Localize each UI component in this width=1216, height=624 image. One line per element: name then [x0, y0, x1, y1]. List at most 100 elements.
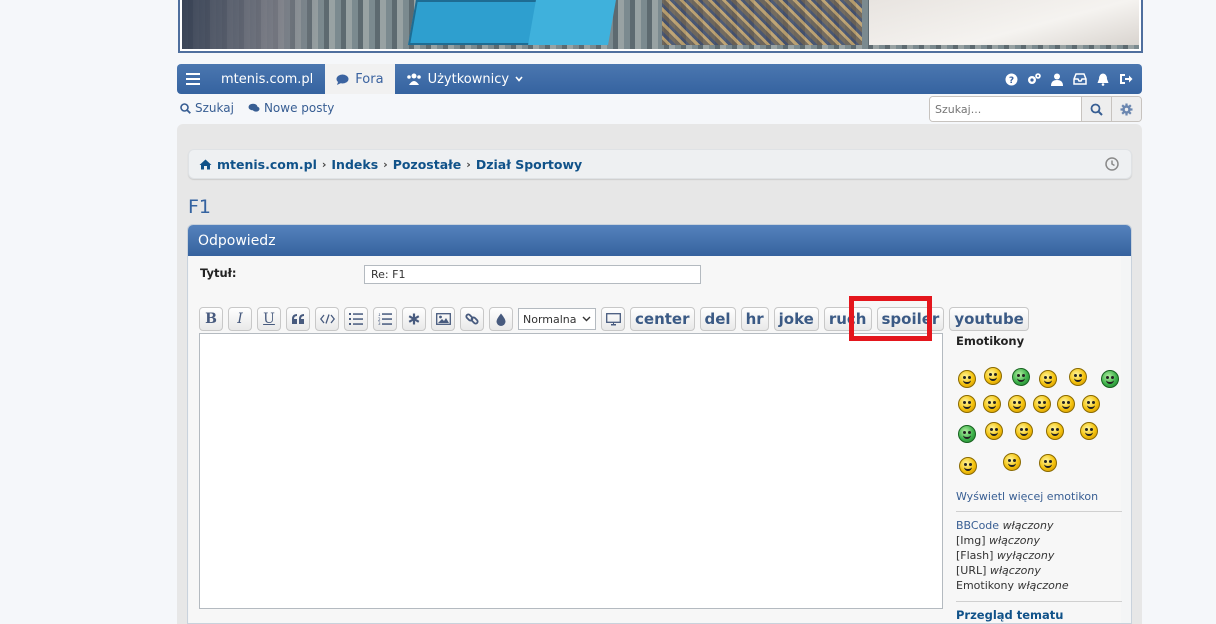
link-button[interactable] — [460, 307, 484, 331]
nav-users-label: Użytkownicy — [427, 71, 510, 87]
nav-users-dropdown[interactable]: Użytkownicy — [395, 64, 534, 94]
sleepy-emoticon-icon[interactable] — [985, 422, 1003, 440]
youtube-button[interactable]: youtube — [949, 307, 1029, 331]
user-icon[interactable] — [1047, 69, 1067, 89]
bored-emoticon-icon[interactable] — [1003, 453, 1021, 471]
color-button[interactable] — [489, 307, 513, 331]
nav-forums-tab[interactable]: Fora — [325, 64, 395, 94]
url-state: włączony — [989, 564, 1041, 577]
quote-button[interactable] — [286, 307, 310, 331]
search-link[interactable]: Szukaj — [180, 101, 234, 115]
teeth-emoticon-icon[interactable] — [958, 425, 976, 443]
del-button[interactable]: del — [699, 307, 736, 331]
help-icon[interactable]: ? — [1001, 69, 1021, 89]
spoiler-button[interactable]: spoiler — [876, 307, 945, 331]
ordered-list-icon: 123 — [378, 313, 392, 325]
notifications-bell-icon[interactable] — [1093, 69, 1113, 89]
message-editor[interactable] — [199, 333, 943, 609]
bold-button[interactable]: B — [199, 307, 223, 331]
ordered-list-button[interactable]: 123 — [373, 307, 397, 331]
site-banner — [178, 0, 1143, 53]
header-search-input[interactable] — [930, 97, 1081, 121]
code-button[interactable] — [315, 307, 339, 331]
grin-emoticon-icon[interactable] — [1039, 370, 1057, 388]
subject-input[interactable] — [364, 265, 701, 284]
image-button[interactable] — [431, 307, 455, 331]
underline-button[interactable]: U — [257, 307, 281, 331]
menu-toggle[interactable] — [177, 64, 209, 94]
bbcode-toolbar: B I U 123 Normalna center del hr joke ru… — [199, 307, 1029, 331]
message-textarea[interactable] — [200, 334, 942, 608]
search-icon — [1090, 103, 1103, 116]
confused-emoticon-icon[interactable] — [1033, 395, 1051, 413]
url-status: [URL] włączony — [956, 563, 1122, 578]
list-button[interactable] — [344, 307, 368, 331]
droplet-icon — [496, 313, 506, 326]
angry-emoticon-icon[interactable] — [1015, 422, 1033, 440]
cool-emoticon-icon[interactable] — [1057, 395, 1075, 413]
facepalm-emoticon-icon[interactable] — [959, 457, 977, 475]
comments-icon — [248, 103, 260, 112]
list-item-button[interactable] — [402, 307, 426, 331]
wink-emoticon-icon[interactable] — [984, 367, 1002, 385]
reply-panel: Odpowiedz Tytuł: B I U 123 — [187, 224, 1132, 624]
hug-emoticon-icon[interactable] — [1080, 422, 1098, 440]
monitor-button[interactable] — [601, 307, 625, 331]
sad-emoticon-icon[interactable] — [1008, 395, 1026, 413]
main-navbar: mtenis.com.pl Fora Użytkownicy ? — [177, 64, 1142, 94]
laugh-emoticon-icon[interactable] — [1069, 368, 1087, 386]
breadcrumb-index[interactable]: Indeks — [331, 157, 378, 172]
header-search-button[interactable] — [1081, 97, 1111, 121]
breadcrumb-separator-icon: › — [466, 157, 471, 171]
underline-button-label: U — [263, 311, 275, 327]
quick-links: Szukaj Nowe posty — [180, 101, 334, 115]
bbcode-state: włączony — [1002, 519, 1054, 532]
emoticons-heading: Emotikony — [956, 334, 1025, 348]
quote-icon — [291, 314, 304, 324]
font-size-select[interactable]: Normalna — [518, 308, 596, 330]
bbcode-link[interactable]: BBCode — [956, 519, 999, 532]
smile-emoticon-icon[interactable] — [958, 370, 976, 388]
dizzy-emoticon-icon[interactable] — [1039, 454, 1057, 472]
chevron-down-icon — [582, 316, 591, 322]
new-posts-label: Nowe posty — [263, 101, 335, 115]
editor-sidebar: Emotikony Wyświetl więcej emotikon BBCod… — [956, 334, 1122, 622]
svg-text:?: ? — [1008, 76, 1013, 86]
breadcrumb-sports[interactable]: Dział Sportowy — [476, 157, 582, 172]
chevron-down-icon — [515, 76, 523, 82]
flash-state: wyłączony — [996, 549, 1055, 562]
title-label: Tytuł: — [200, 266, 237, 280]
wave-emoticon-icon[interactable] — [1046, 422, 1064, 440]
joke-button[interactable]: joke — [773, 307, 819, 331]
chat-bubble-icon — [336, 74, 349, 85]
topic-review-link[interactable]: Przegląd tematu — [956, 608, 1122, 622]
logout-icon[interactable] — [1116, 69, 1136, 89]
reply-panel-heading: Odpowiedz — [188, 225, 1131, 256]
breadcrumb-home[interactable]: mtenis.com.pl — [217, 157, 317, 172]
users-icon — [406, 73, 421, 85]
advanced-search-button[interactable] — [1111, 97, 1141, 121]
nav-forums-label: Fora — [355, 71, 384, 87]
search-icon — [180, 102, 191, 114]
shocked-emoticon-icon[interactable] — [983, 395, 1001, 413]
svg-text:3: 3 — [378, 321, 381, 325]
ruch-button[interactable]: ruch — [823, 307, 872, 331]
nav-site-link[interactable]: mtenis.com.pl — [209, 64, 325, 94]
center-button[interactable]: center — [630, 307, 695, 331]
breadcrumb-other[interactable]: Pozostałe — [393, 157, 462, 172]
monitor-icon — [605, 312, 621, 325]
happy-emoticon-icon[interactable] — [958, 395, 976, 413]
topic-title[interactable]: F1 — [188, 196, 211, 218]
hr-button[interactable]: hr — [740, 307, 769, 331]
sick-emoticon-icon[interactable] — [1012, 368, 1030, 386]
rofl-emoticon-icon[interactable] — [1101, 370, 1119, 388]
more-emoticons-link[interactable]: Wyświetl więcej emotikon — [956, 490, 1122, 503]
italic-button-label: I — [237, 311, 243, 327]
settings-cogs-icon[interactable] — [1024, 69, 1044, 89]
inbox-icon[interactable] — [1070, 69, 1090, 89]
italic-button[interactable]: I — [228, 307, 252, 331]
breadcrumb: mtenis.com.pl › Indeks › Pozostałe › Dzi… — [188, 149, 1132, 179]
new-posts-link[interactable]: Nowe posty — [248, 101, 334, 115]
razz-emoticon-icon[interactable] — [1082, 395, 1100, 413]
img-label: [Img] — [956, 534, 986, 547]
